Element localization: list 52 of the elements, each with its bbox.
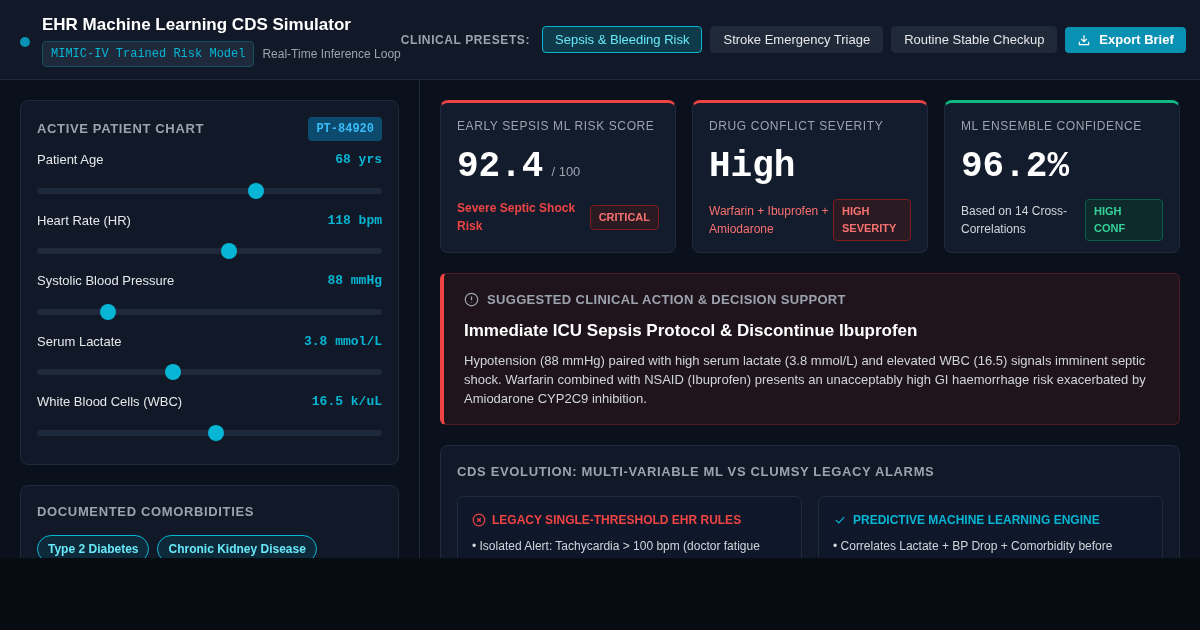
- metric-title: EARLY SEPSIS ML RISK SCORE: [457, 118, 656, 135]
- metric-value: 96.2%: [961, 147, 1070, 187]
- condition-tag: Type 2 Diabetes: [37, 535, 150, 558]
- app-title: EHR Machine Learning CDS Simulator: [42, 13, 352, 36]
- vital-label: Heart Rate (HR): [37, 211, 131, 230]
- status-badge: HIGH CONF: [1085, 199, 1163, 241]
- vital-label: Patient Age: [37, 151, 104, 169]
- slider-thumb[interactable]: [165, 364, 182, 380]
- vital-label: Systolic Blood Pressure: [37, 272, 175, 290]
- alert-icon: [464, 292, 479, 308]
- vital-reading: 118 bpm: [327, 211, 382, 230]
- slider-thumb[interactable]: [247, 182, 264, 199]
- card-title: DOCUMENTED COMORBIDITIES: [37, 502, 256, 521]
- panel-title: PREDICTIVE MACHINE LEARNING ENGINE: [853, 511, 1100, 529]
- vital-reading: 88 mmHg: [327, 272, 382, 290]
- metric-title: DRUG CONFLICT SEVERITY: [709, 118, 885, 135]
- card-title: ACTIVE PATIENT CHART: [37, 120, 205, 139]
- slider-thumb[interactable]: [208, 424, 225, 441]
- subtitle: Real-Time Inference Loop: [262, 46, 401, 64]
- panel-item: • Correlates Lactate + BP Drop + Comorbidity before: [833, 537, 1114, 555]
- preset-button[interactable]: Routine Stable Checkup: [891, 26, 1058, 53]
- vital-reading: 16.5 k/uL: [311, 393, 382, 411]
- metric-note: Severe Septic Shock Risk: [457, 200, 577, 235]
- condition-tag: Chronic Kidney Disease: [157, 535, 317, 558]
- vital-label: Serum Lactate: [37, 332, 122, 351]
- vital-label: White Blood Cells (WBC): [37, 393, 183, 411]
- preset-button[interactable]: Sepsis & Bleeding Risk: [542, 26, 703, 53]
- panel-title: LEGACY SINGLE-THRESHOLD EHR RULES: [492, 511, 742, 529]
- x-circle-icon: [472, 512, 486, 527]
- metric-suffix: / 100: [551, 163, 581, 181]
- metric-value: High: [709, 147, 796, 187]
- section-heading: SUGGESTED CLINICAL ACTION & DECISION SUPPORT: [487, 291, 846, 309]
- download-icon: [1077, 32, 1092, 47]
- preset-button[interactable]: Stroke Emergency Triage: [710, 26, 884, 53]
- action-title: Immediate ICU Sepsis Protocol & Discontinue Ibuprofen: [464, 319, 919, 342]
- vital-reading: 3.8 mmol/L: [304, 332, 382, 351]
- slider-thumb[interactable]: [99, 303, 116, 320]
- vital-reading: 68 yrs: [335, 151, 382, 169]
- presets-label: CLINICAL PRESETS:: [400, 31, 531, 49]
- metric-note: Based on 14 Cross-Correlations: [961, 203, 1069, 238]
- panel-item: • Isolated Alert: Tachycardia > 100 bpm (doctor fatigue: [472, 537, 761, 555]
- metric-title: ML ENSEMBLE CONFIDENCE: [961, 118, 1143, 135]
- status-badge: HIGH SEVERITY: [833, 199, 911, 241]
- metric-note: Warfarin + Ibuprofen + Amiodarone: [709, 203, 829, 238]
- patient-id-badge: PT-84920: [308, 117, 382, 141]
- status-badge: CRITICAL: [589, 204, 659, 230]
- card-title: CDS EVOLUTION: MULTI-VARIABLE ML VS CLUMSY LEGACY ALARMS: [457, 463, 936, 481]
- export-button[interactable]: Export Brief: [1065, 26, 1186, 53]
- slider-thumb[interactable]: [221, 243, 238, 259]
- action-description: Hypotension (88 mmHg) paired with high serum lactate (3.8 mmol/L) and elevated WBC (16.5) signals imminent septic shock. Warfarin combined with NSAID (Ibuprofen) presents an unacceptably high GI haemorrhage risk exacerbated by Amiodarone CYP2C9 inhibition.: [464, 352, 1147, 408]
- metric-value: 92.4: [457, 147, 544, 187]
- model-tag: MIMIC-IV Trained Risk Model: [42, 41, 255, 68]
